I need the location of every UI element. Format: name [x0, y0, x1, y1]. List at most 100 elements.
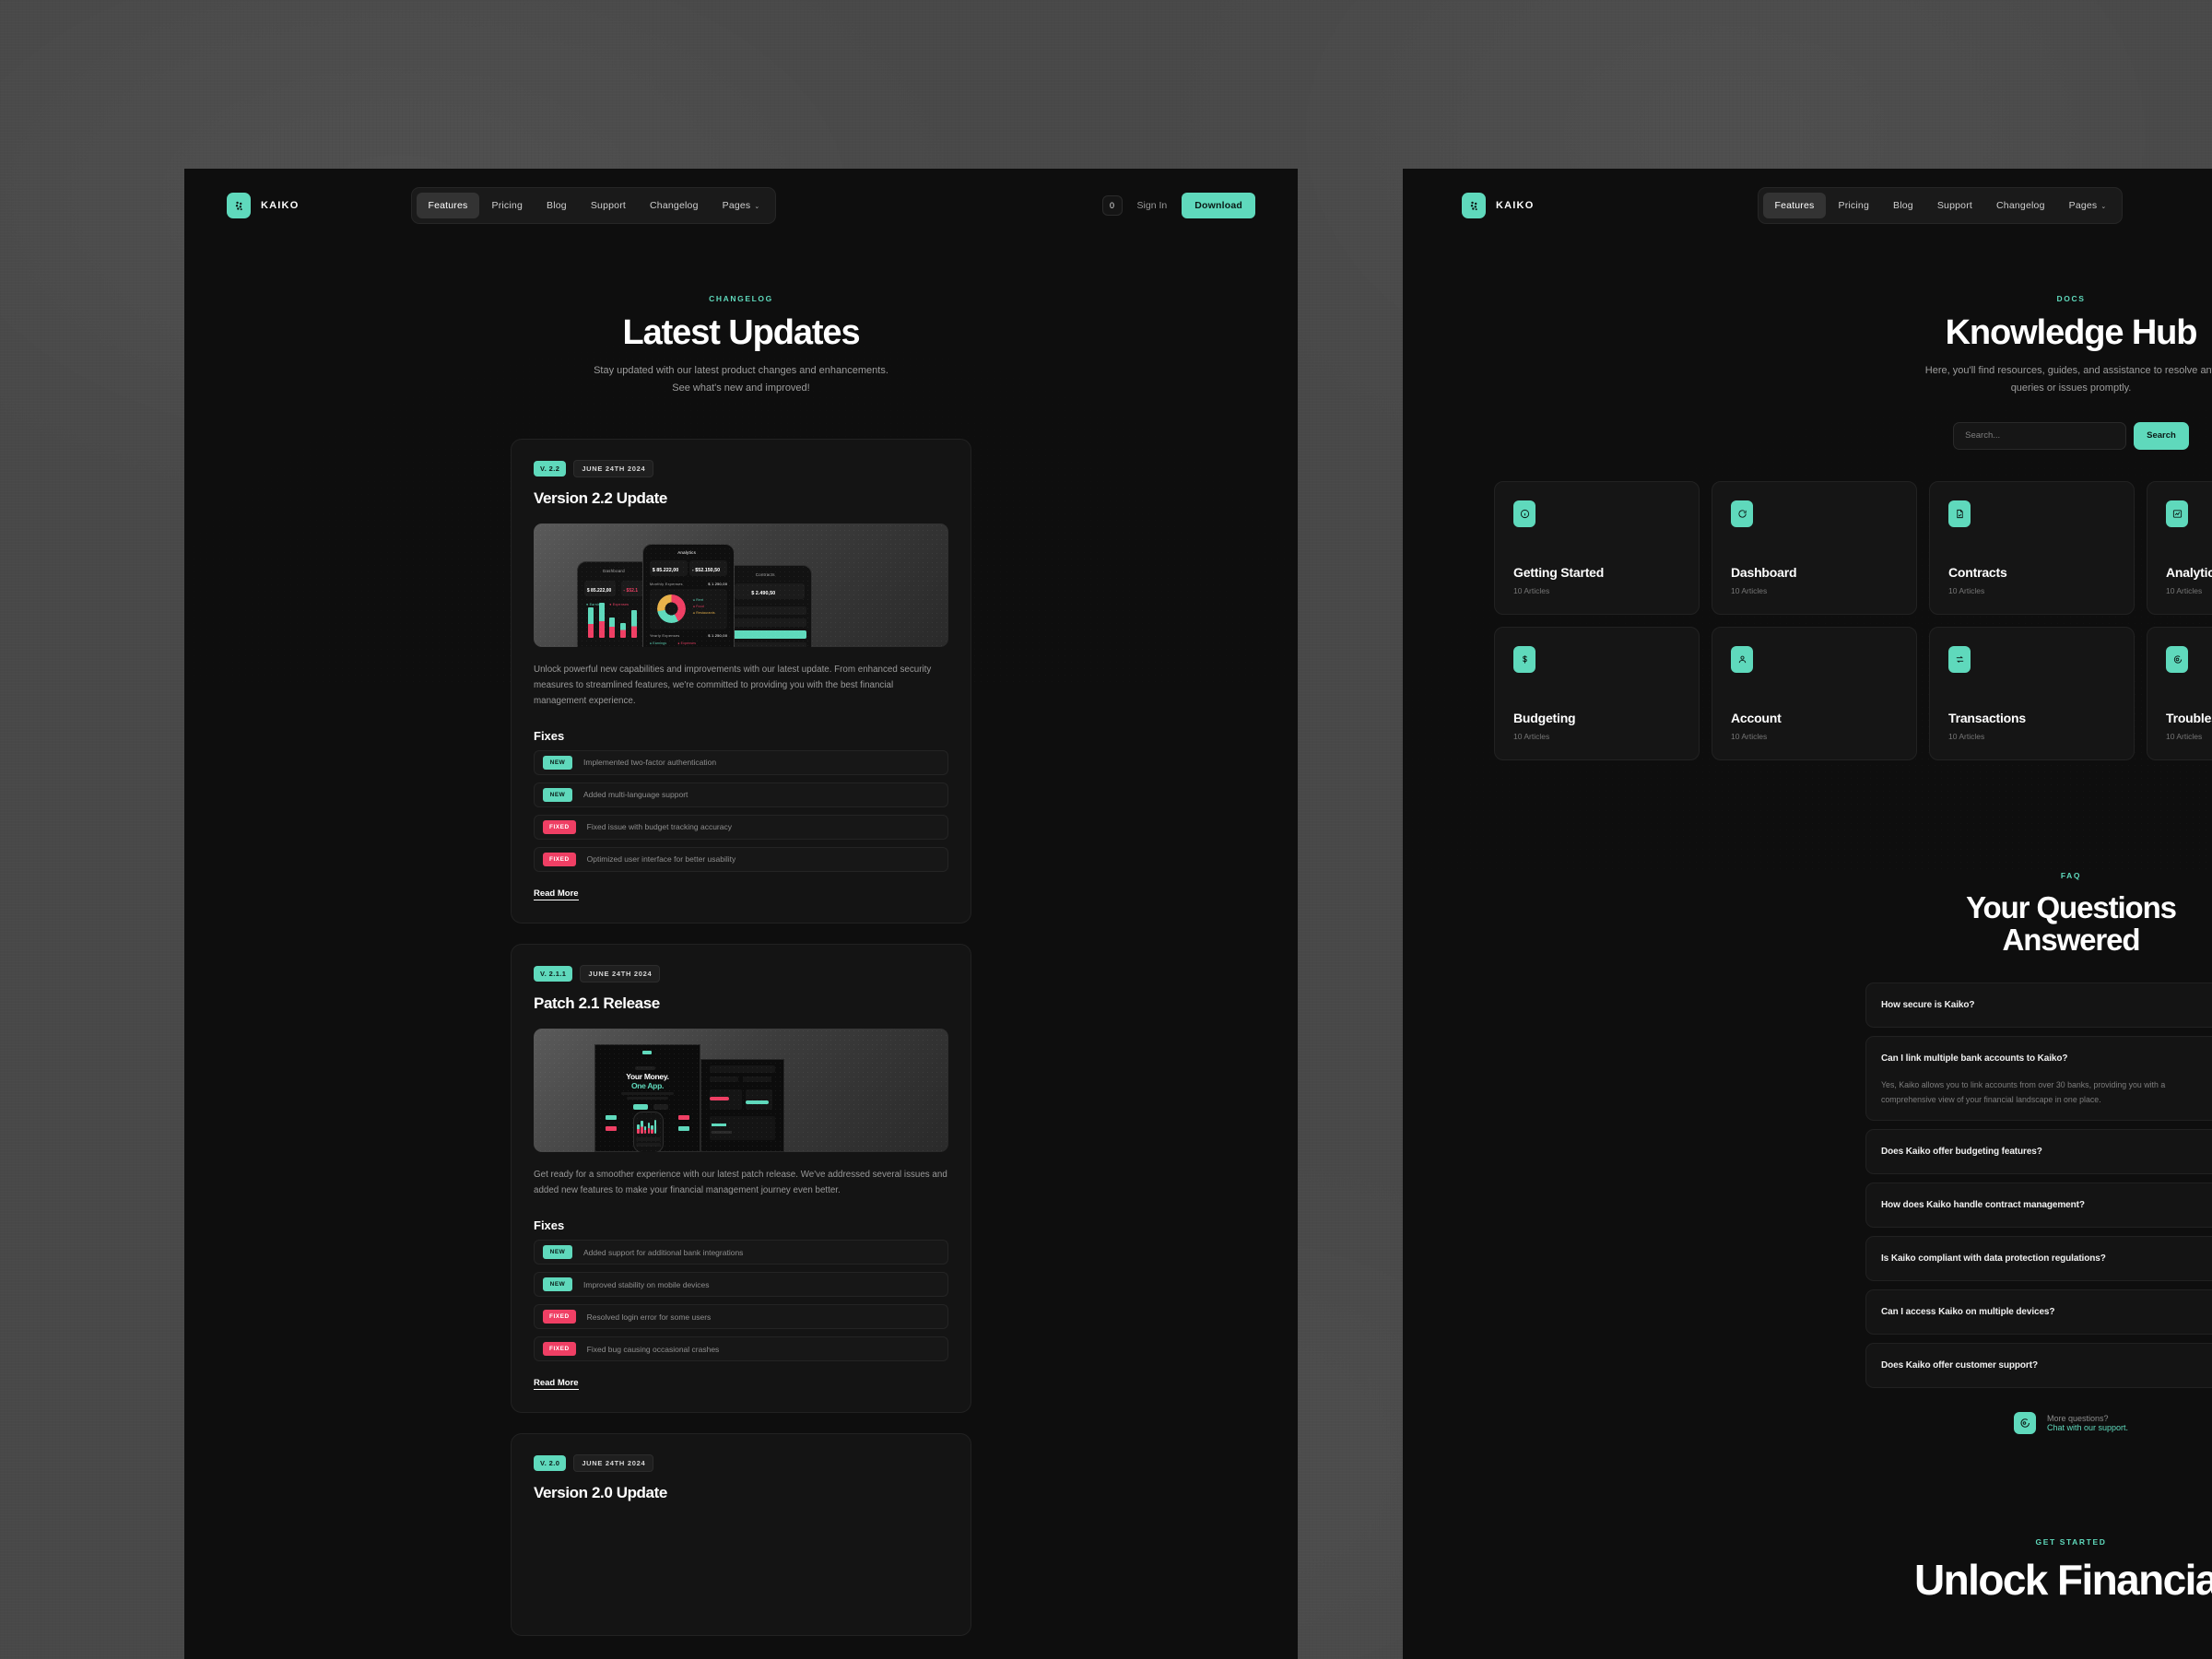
category-name: Troubleshooting [2166, 710, 2212, 725]
fixes-heading: Fixes [534, 1218, 565, 1233]
refresh-icon [1731, 500, 1753, 527]
category-count: 10 Articles [2166, 731, 2203, 741]
release-meta: V. 2.1.1 JUNE 24TH 2024 [534, 964, 948, 982]
brand-name: KAIKO [261, 200, 300, 211]
nav-item-support[interactable]: Support [580, 193, 637, 218]
search-button[interactable]: Search [2134, 421, 2189, 450]
info-circle-icon [1513, 500, 1535, 527]
page-title: Knowledge Hub [1945, 313, 2198, 352]
nav-links-left: Features Pricing Blog Support Changelog … [411, 187, 777, 224]
version-badge: V. 2.1.1 [534, 965, 573, 982]
category-card-troubleshooting[interactable]: Troubleshooting 10 Articles [2147, 626, 2212, 760]
cta-eyebrow: GET STARTED [2035, 1537, 2107, 1547]
support-cta[interactable]: More questions? Chat with our support. [1403, 1412, 2212, 1435]
cart-badge[interactable]: 0 [1101, 195, 1123, 216]
faq-answer: Yes, Kaiko allows you to link accounts f… [1881, 1079, 2166, 1105]
support-line-2[interactable]: Chat with our support. [2047, 1423, 2128, 1432]
nav-item-pages[interactable]: Pages ⌄ [2058, 193, 2118, 218]
fix-item: NEW Improved stability on mobile devices [534, 1272, 948, 1298]
category-card-analytics[interactable]: Analytics 10 Articles [2147, 480, 2212, 615]
category-card-dashboard[interactable]: Dashboard 10 Articles [1712, 480, 1917, 615]
category-card-getting-started[interactable]: Getting Started 10 Articles [1494, 480, 1700, 615]
category-name: Budgeting [1513, 710, 1576, 725]
nav-item-pricing[interactable]: Pricing [481, 193, 535, 218]
category-grid: Getting Started 10 Articles Dashboard 10… [1494, 480, 2212, 760]
faq-title: Your Questions Answered [1966, 889, 2177, 958]
support-line-1: More questions? [2046, 1414, 2109, 1424]
release-date-badge: JUNE 24TH 2024 [573, 459, 654, 477]
nav-item-pages[interactable]: Pages ⌄ [712, 193, 771, 218]
changelog-hero: CHANGELOG Latest Updates Stay updated wi… [184, 242, 1298, 398]
hero-eyebrow: DOCS [2056, 294, 2086, 303]
fix-tag: FIXED [543, 852, 576, 866]
category-count: 10 Articles [2166, 585, 2203, 595]
faq-eyebrow: FAQ [2060, 870, 2082, 880]
download-button[interactable]: Download [1182, 193, 1255, 218]
fix-text: Improved stability on mobile devices [583, 1279, 710, 1289]
category-card-transactions[interactable]: Transactions 10 Articles [1929, 626, 2135, 760]
changelog-card: V. 2.2 JUNE 24TH 2024 Version 2.2 Update… [511, 438, 971, 924]
faq-question: Does Kaiko offer budgeting features? [1881, 1147, 2042, 1158]
faq-question: How does Kaiko handle contract managemen… [1881, 1200, 2085, 1211]
nav-item-support[interactable]: Support [1926, 193, 1983, 218]
sign-in-link[interactable]: Sign In [1137, 200, 1168, 211]
search-input[interactable] [1953, 421, 2127, 450]
release-meta: V. 2.0 JUNE 24TH 2024 [534, 1454, 948, 1473]
fix-text: Resolved login error for some users [586, 1312, 712, 1322]
category-card-budgeting[interactable]: Budgeting 10 Articles [1494, 626, 1700, 760]
category-card-contracts[interactable]: Contracts 10 Articles [1929, 480, 2135, 615]
read-more-link[interactable]: Read More [534, 888, 579, 900]
changelog-card: V. 2.1.1 JUNE 24TH 2024 Patch 2.1 Releas… [511, 943, 971, 1414]
fix-item: FIXED Fixed bug causing occasional crash… [534, 1336, 948, 1362]
fix-tag: FIXED [543, 1342, 576, 1357]
faq-item[interactable]: Does Kaiko offer budgeting features? + [1865, 1129, 2212, 1175]
faq-question: Can I access Kaiko on multiple devices? [1881, 1307, 2055, 1318]
category-card-account[interactable]: Account 10 Articles [1712, 626, 1917, 760]
nav-item-blog[interactable]: Blog [535, 193, 578, 218]
fix-text: Fixed bug causing occasional crashes [586, 1344, 720, 1354]
nav-item-pricing[interactable]: Pricing [1828, 193, 1881, 218]
category-count: 10 Articles [1731, 731, 1768, 741]
chevron-down-icon: ⌄ [2100, 204, 2107, 210]
faq-item[interactable]: Is Kaiko compliant with data protection … [1865, 1236, 2212, 1282]
release-title: Version 2.0 Update [534, 1484, 667, 1502]
faq-question: Is Kaiko compliant with data protection … [1881, 1253, 2106, 1265]
nav-item-changelog[interactable]: Changelog [639, 193, 710, 218]
hero-eyebrow: CHANGELOG [709, 294, 773, 303]
fix-item: NEW Added support for additional bank in… [534, 1240, 948, 1265]
faq-header: FAQ Your Questions Answered [1403, 871, 2212, 957]
nav-links-right: Features Pricing Blog Support Changelog … [1758, 187, 2124, 224]
faq-item[interactable]: Does Kaiko offer customer support? + [1865, 1343, 2212, 1389]
navbar-actions-left: 0 Sign In Download [1101, 193, 1255, 218]
fix-text: Fixed issue with budget tracking accurac… [586, 822, 732, 832]
release-title: Patch 2.1 Release [534, 994, 660, 1012]
nav-item-features[interactable]: Features [417, 193, 479, 218]
fix-text: Implemented two-factor authentication [583, 758, 717, 768]
fix-tag: FIXED [543, 819, 576, 834]
fix-text: Optimized user interface for better usab… [586, 854, 736, 865]
faq-question: Can I link multiple bank accounts to Kai… [1881, 1053, 2068, 1064]
chart-line-icon [2166, 500, 2188, 527]
category-count: 10 Articles [1948, 585, 1985, 595]
release-meta: V. 2.2 JUNE 24TH 2024 [534, 459, 948, 477]
nav-item-features[interactable]: Features [1763, 193, 1826, 218]
fix-tag: NEW [543, 755, 572, 770]
nav-item-changelog[interactable]: Changelog [1985, 193, 2056, 218]
fix-item: NEW Added multi-language support [534, 782, 948, 807]
document-check-icon [1948, 500, 1971, 527]
brand-logo[interactable]: KAIKO [227, 193, 299, 218]
faq-item[interactable]: Can I access Kaiko on multiple devices? … [1865, 1289, 2212, 1335]
faq-item[interactable]: How secure is Kaiko? + [1865, 982, 2212, 1028]
nav-item-blog[interactable]: Blog [1882, 193, 1924, 218]
fix-item: FIXED Resolved login error for some user… [534, 1304, 948, 1330]
brand-name: KAIKO [1496, 200, 1535, 211]
read-more-link[interactable]: Read More [534, 1378, 579, 1391]
changelog-list: V. 2.2 JUNE 24TH 2024 Version 2.2 Update… [511, 438, 971, 1637]
chevron-down-icon: ⌄ [754, 204, 760, 210]
brand-logo[interactable]: KAIKO [1462, 193, 1534, 218]
changelog-page-panel: KAIKO Features Pricing Blog Support Chan… [184, 169, 1298, 1659]
faq-item[interactable]: How does Kaiko handle contract managemen… [1865, 1182, 2212, 1229]
navbar-right: KAIKO Features Pricing Blog Support Chan… [1403, 169, 2212, 242]
release-screenshot-phones: Dashboard $ 85.222,00 - $52.1 ● Earnings… [534, 523, 948, 647]
faq-item[interactable]: Can I link multiple bank accounts to Kai… [1865, 1035, 2212, 1122]
